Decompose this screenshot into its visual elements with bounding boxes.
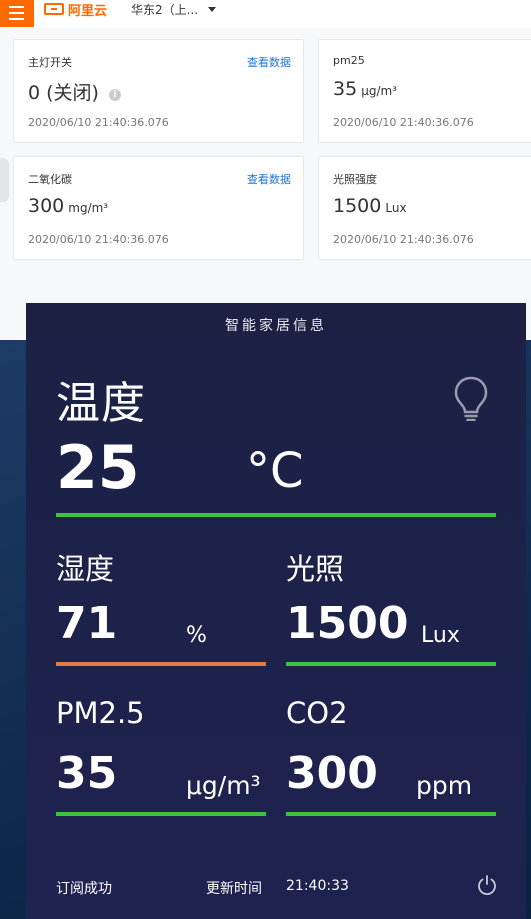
temperature-bar <box>56 513 496 517</box>
temperature-value: 25 <box>56 433 140 503</box>
property-card-main-light: 主灯开关 查看数据 0 (关闭) i 2020/06/10 21:40:36.0… <box>13 39 304 143</box>
light-value: 1500 <box>286 598 409 649</box>
card-unit: μg/m³ <box>361 84 397 98</box>
light-bulb-icon[interactable] <box>453 375 489 425</box>
co2-value: 300 <box>286 748 378 799</box>
card-value-text: 1500 <box>333 195 382 217</box>
card-unit: mg/m³ <box>68 201 109 215</box>
card-label: 光照强度 <box>333 173 377 186</box>
humidity-unit: % <box>186 623 207 648</box>
light-unit: Lux <box>421 623 460 648</box>
hamburger-line <box>9 18 24 20</box>
card-value: 1500 Lux <box>333 195 407 217</box>
humidity-value: 71 <box>56 598 118 649</box>
card-value-text: 0 (关闭) <box>28 82 99 104</box>
card-label: 二氧化碳 <box>28 173 72 186</box>
subscription-status: 订阅成功 <box>56 881 112 897</box>
smart-home-panel: 智能家居信息 温度 25 °C 湿度 71 % 光照 1500 Lux PM2.… <box>26 303 526 919</box>
co2-unit: ppm <box>416 771 473 800</box>
view-data-link[interactable]: 查看数据 <box>247 54 291 70</box>
sidebar-toggle[interactable] <box>0 158 9 202</box>
card-value: 300 mg/m³ <box>28 195 108 217</box>
card-value-text: 300 <box>28 195 65 217</box>
co2-bar <box>286 812 496 816</box>
chevron-down-icon <box>208 6 217 12</box>
card-unit: Lux <box>385 201 407 215</box>
console-topbar: 阿里云 华东2（上... <box>0 0 531 28</box>
power-icon[interactable] <box>476 874 498 900</box>
card-timestamp: 2020/06/10 21:40:36.076 <box>28 233 169 246</box>
pm25-label: PM2.5 <box>56 696 145 730</box>
pm25-unit: μg/m³ <box>186 771 261 800</box>
hamburger-line <box>9 12 24 14</box>
region-selector[interactable]: 华东2（上... <box>131 0 217 18</box>
hamburger-menu-button[interactable] <box>0 0 34 27</box>
card-timestamp: 2020/06/10 21:40:36.076 <box>333 116 474 129</box>
brand-name: 阿里云 <box>68 3 108 19</box>
pm25-value: 35 <box>56 748 118 799</box>
hamburger-icon <box>9 6 24 8</box>
light-label: 光照 <box>286 552 345 586</box>
update-time-value: 21:40:33 <box>286 878 349 894</box>
temperature-unit: °C <box>246 443 304 499</box>
card-value: 0 (关闭) i <box>28 78 121 105</box>
property-card-co2: 二氧化碳 查看数据 300 mg/m³ 2020/06/10 21:40:36.… <box>13 156 304 260</box>
card-label: pm25 <box>333 54 365 67</box>
humidity-bar <box>56 662 266 666</box>
region-label: 华东2（上... <box>131 2 199 17</box>
light-bar <box>286 662 496 666</box>
property-card-light-intensity: 光照强度 1500 Lux 2020/06/10 21:40:36.076 <box>318 156 531 260</box>
card-value-text: 35 <box>333 78 358 100</box>
update-time-label: 更新时间 <box>206 881 262 897</box>
view-data-link[interactable]: 查看数据 <box>247 171 291 187</box>
temperature-label: 温度 <box>56 378 146 429</box>
humidity-label: 湿度 <box>56 552 115 586</box>
panel-title: 智能家居信息 <box>225 318 327 334</box>
property-card-pm25: pm25 35 μg/m³ 2020/06/10 21:40:36.076 <box>318 39 531 143</box>
brand-logo[interactable]: 阿里云 <box>44 0 108 19</box>
card-timestamp: 2020/06/10 21:40:36.076 <box>28 116 169 129</box>
co2-label: CO2 <box>286 696 348 730</box>
pm25-bar <box>56 812 266 816</box>
card-value: 35 μg/m³ <box>333 78 397 100</box>
info-icon[interactable]: i <box>108 89 121 101</box>
card-timestamp: 2020/06/10 21:40:36.076 <box>333 233 474 246</box>
logo-icon <box>44 3 64 15</box>
card-label: 主灯开关 <box>28 56 72 69</box>
